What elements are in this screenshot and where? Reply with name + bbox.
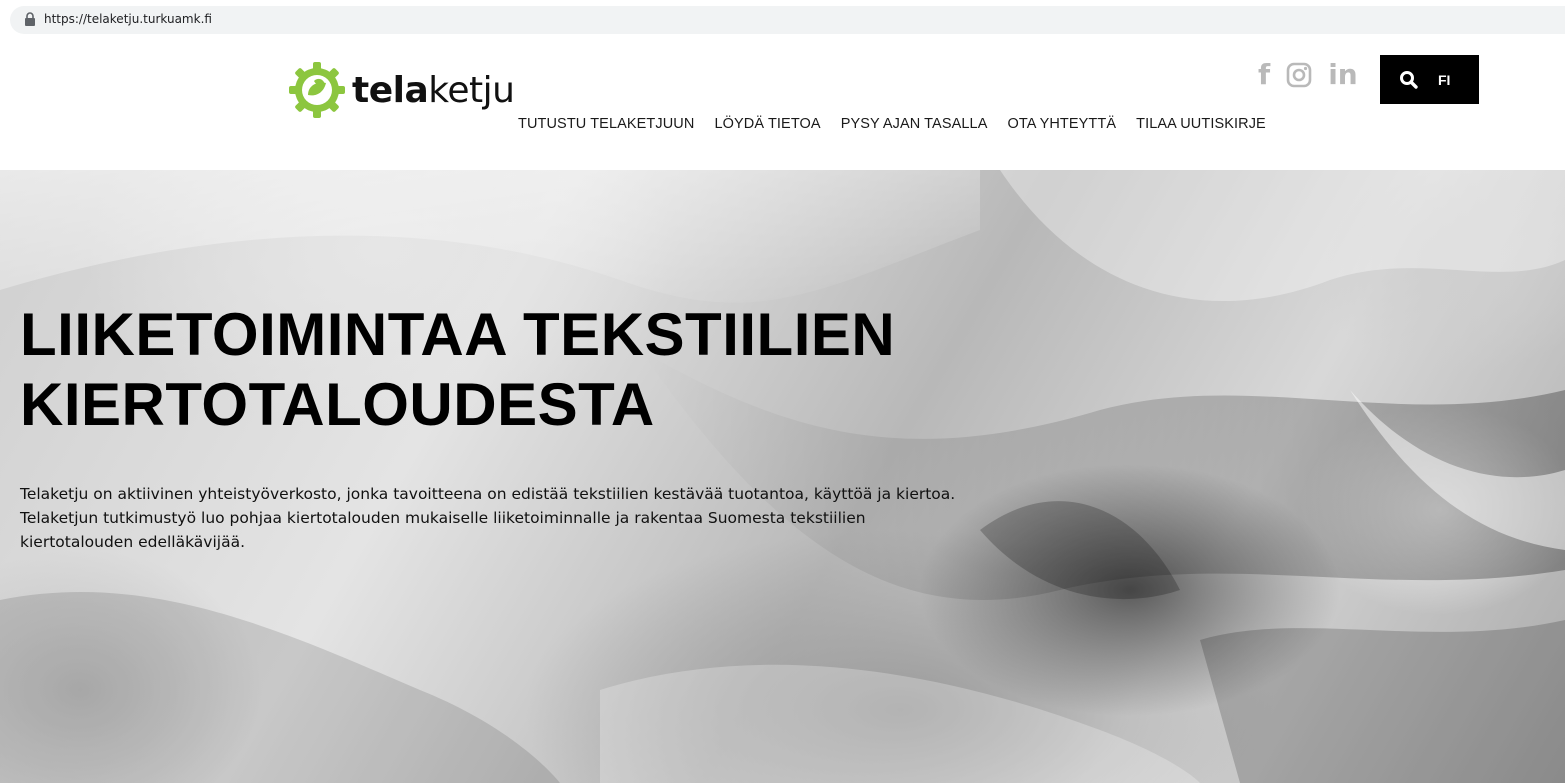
- hero-description: Telaketju on aktiivinen yhteistyöverkost…: [20, 485, 956, 551]
- hero-title: LIIKETOIMINTAA TEKSTIILIEN KIERTOTALOUDE…: [20, 300, 1020, 440]
- facebook-icon[interactable]: f: [1258, 58, 1270, 92]
- gear-leaf-logo-icon: [289, 62, 345, 118]
- url-text[interactable]: https://telaketju.turkuamk.fi: [44, 12, 212, 26]
- hero-background-image: [0, 170, 1565, 783]
- browser-address-bar: https://telaketju.turkuamk.fi: [0, 0, 1565, 38]
- logo-text-light: ketju: [428, 69, 515, 111]
- nav-item-pysy-ajan-tasalla[interactable]: PYSY AJAN TASALLA: [841, 116, 988, 132]
- site-logo[interactable]: telaketju: [288, 60, 515, 120]
- hero-title-line-1: LIIKETOIMINTAA TEKSTIILIEN: [20, 301, 896, 368]
- logo-text: telaketju: [352, 69, 515, 111]
- header-tools: FI: [1380, 55, 1479, 104]
- search-icon[interactable]: [1399, 70, 1419, 90]
- nav-item-ota-yhteytta[interactable]: OTA YHTEYTTÄ: [1007, 116, 1116, 132]
- linkedin-icon[interactable]: in: [1328, 58, 1358, 92]
- lock-icon: [25, 12, 35, 26]
- nav-item-tutustu[interactable]: TUTUSTU TELAKETJUUN: [518, 116, 694, 132]
- hero-title-line-2: KIERTOTALOUDESTA: [20, 371, 655, 438]
- site-header: telaketju TUTUSTU TELAKETJUUN LÖYDÄ TIET…: [0, 38, 1565, 170]
- instagram-icon[interactable]: [1286, 62, 1312, 88]
- hero-section: LIIKETOIMINTAA TEKSTIILIEN KIERTOTALOUDE…: [0, 170, 1565, 783]
- main-nav: TUTUSTU TELAKETJUUN LÖYDÄ TIETOA PYSY AJ…: [518, 116, 1266, 132]
- nav-item-tilaa-uutiskirje[interactable]: TILAA UUTISKIRJE: [1136, 116, 1266, 132]
- logo-text-bold: tela: [352, 69, 429, 111]
- language-switcher[interactable]: FI: [1438, 72, 1450, 88]
- social-links: f in: [1258, 58, 1358, 92]
- url-bar[interactable]: [10, 6, 1565, 34]
- nav-item-loyda-tietoa[interactable]: LÖYDÄ TIETOA: [714, 116, 820, 132]
